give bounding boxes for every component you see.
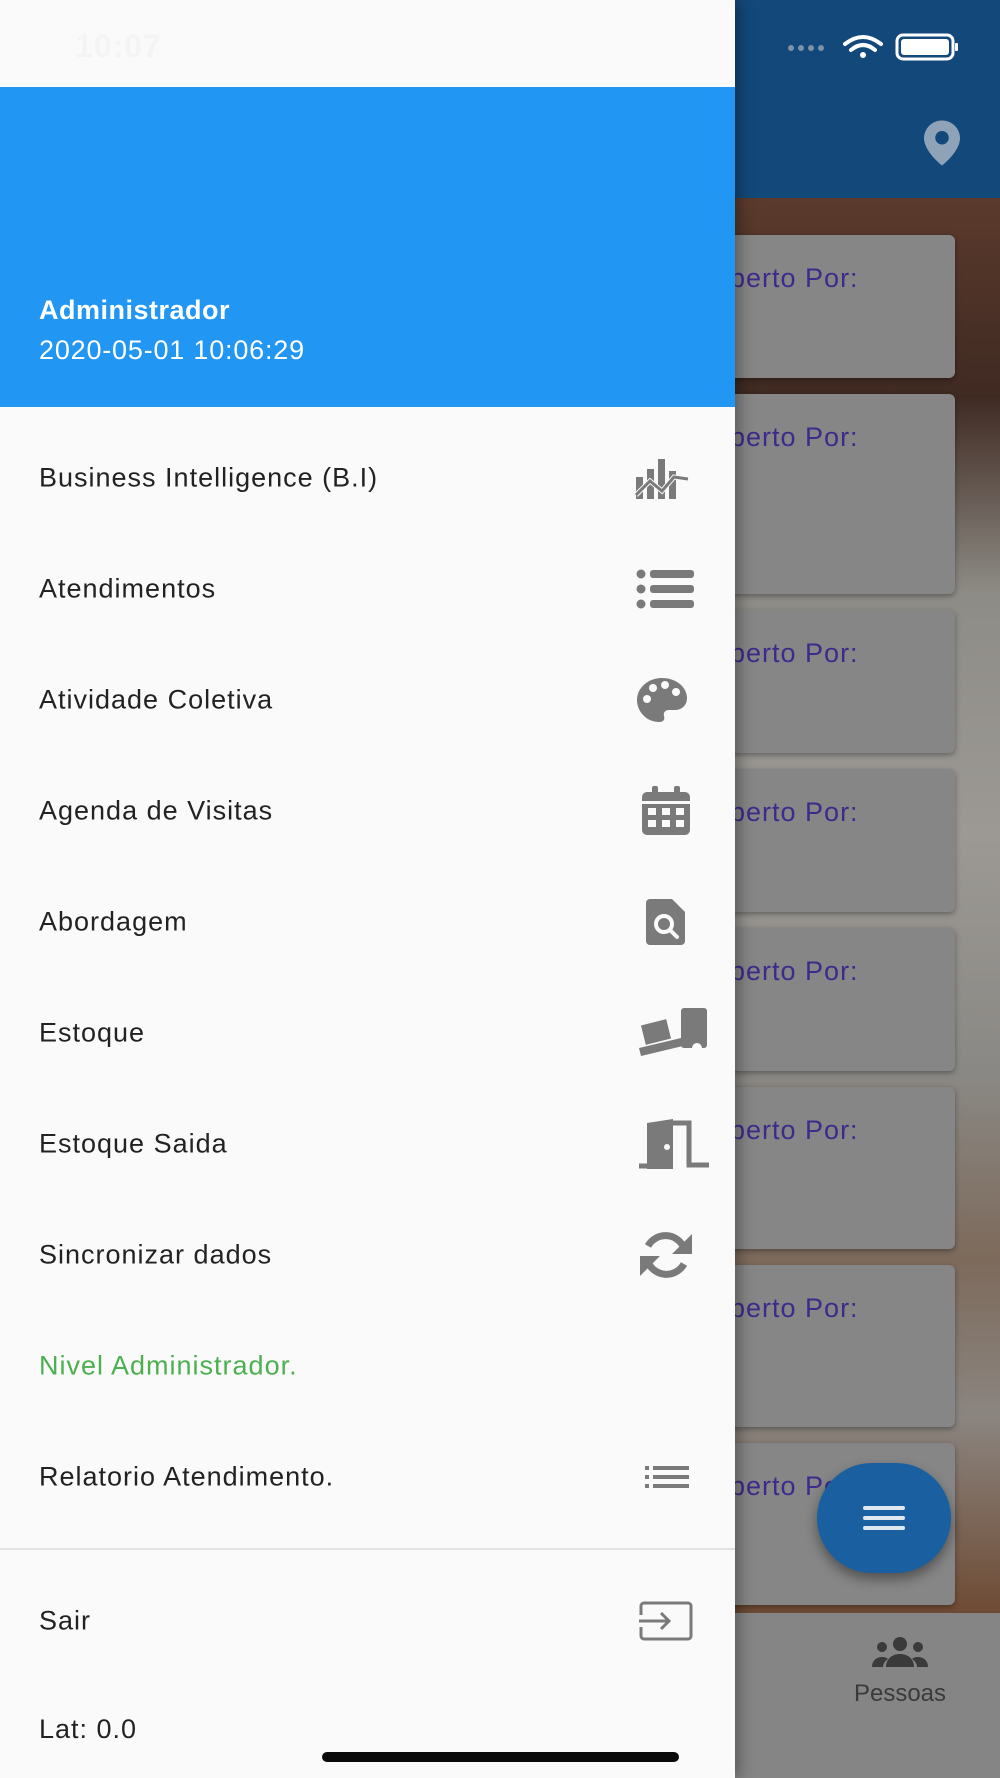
latitude-text: Lat: 0.0 xyxy=(39,1714,138,1744)
list-small-icon xyxy=(645,1465,689,1489)
wifi-icon xyxy=(843,35,883,52)
card-text: berto Por: xyxy=(730,638,859,668)
menu-item-atividade-coletiva[interactable]: Atividade Coletiva xyxy=(0,644,735,755)
menu-icon xyxy=(863,1506,905,1530)
menu-item-label: Business Intelligence (B.I) xyxy=(39,462,379,492)
calendar-icon xyxy=(641,785,691,836)
navigation-drawer: 10:07 Administrador 2020-05-01 10:06:29 … xyxy=(0,0,735,1778)
admin-level-row: Nivel Administrador. xyxy=(0,1310,735,1421)
list-icon xyxy=(636,569,696,609)
sync-icon xyxy=(638,1230,694,1280)
location-pin-icon[interactable] xyxy=(924,120,960,166)
menu-item-relatorio-atendimento[interactable]: Relatorio Atendimento. xyxy=(0,1421,735,1532)
card-text: berto Por: xyxy=(730,1293,859,1323)
menu-item-business-intelligence[interactable]: Business Intelligence (B.I) xyxy=(0,422,735,533)
menu-item-label: Atendimentos xyxy=(39,573,217,603)
signal-icon xyxy=(788,45,824,51)
menu-item-sair[interactable]: Sair xyxy=(0,1565,735,1676)
menu-item-estoque[interactable]: Estoque xyxy=(0,977,735,1088)
card-text: berto Por: xyxy=(730,797,859,827)
menu-item-label: Agenda de Visitas xyxy=(39,795,274,825)
door-exit-icon xyxy=(637,1118,711,1169)
menu-item-label: Atividade Coletiva xyxy=(39,684,274,714)
drawer-divider xyxy=(0,1548,735,1550)
drawer-header: Administrador 2020-05-01 10:06:29 xyxy=(0,87,735,407)
status-icons xyxy=(788,33,958,61)
menu-item-label: Abordagem xyxy=(39,906,188,936)
menu-item-label: Relatorio Atendimento. xyxy=(39,1461,335,1491)
admin-level-label: Nivel Administrador. xyxy=(39,1350,298,1380)
palette-icon xyxy=(636,677,688,723)
exit-icon xyxy=(639,1601,693,1641)
menu-item-abordagem[interactable]: Abordagem xyxy=(0,866,735,977)
menu-item-label: Sincronizar dados xyxy=(39,1239,273,1269)
find-document-icon xyxy=(646,898,686,945)
chart-icon xyxy=(634,455,690,501)
bottom-nav-people-label[interactable]: Pessoas xyxy=(845,1680,955,1708)
login-datetime: 2020-05-01 10:06:29 xyxy=(39,335,305,365)
card-text: berto Por: xyxy=(730,1115,859,1145)
menu-item-estoque-saida[interactable]: Estoque Saida xyxy=(0,1088,735,1199)
menu-item-label: Sair xyxy=(39,1605,92,1635)
card-text: berto Por: xyxy=(730,263,859,293)
people-icon[interactable] xyxy=(870,1636,930,1668)
home-indicator[interactable] xyxy=(322,1752,679,1762)
menu-item-sincronizar-dados[interactable]: Sincronizar dados xyxy=(0,1199,735,1310)
menu-item-label: Estoque xyxy=(39,1017,146,1047)
card-text: berto Por: xyxy=(730,422,859,452)
menu-item-label: Estoque Saida xyxy=(39,1128,228,1158)
menu-fab-button[interactable] xyxy=(817,1463,951,1573)
status-time: 10:07 xyxy=(75,28,162,64)
dolly-icon xyxy=(637,1007,711,1058)
card-text: berto Por: xyxy=(730,956,859,986)
menu-item-atendimentos[interactable]: Atendimentos xyxy=(0,533,735,644)
user-name: Administrador xyxy=(39,295,231,325)
menu-item-agenda-de-visitas[interactable]: Agenda de Visitas xyxy=(0,755,735,866)
status-bar: 10:07 xyxy=(0,0,735,87)
